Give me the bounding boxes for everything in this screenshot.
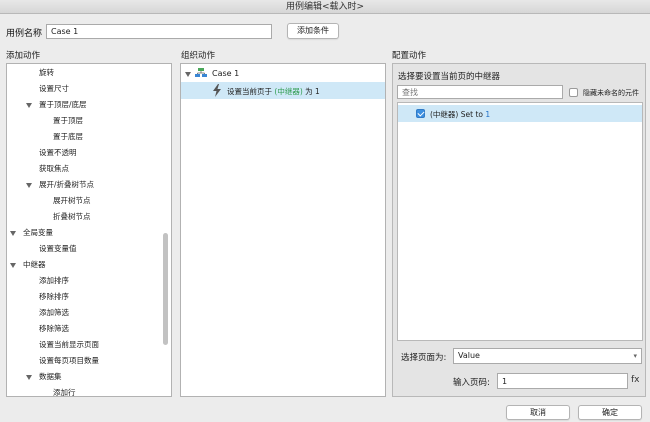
tree-item[interactable]: 设置尺寸 [39, 81, 69, 97]
select-page-dropdown[interactable]: Value ▾ [453, 348, 642, 364]
add-actions-title: 添加动作 [6, 51, 41, 61]
window-title-bar: 用例编辑<载入时> [0, 0, 650, 14]
tree-item[interactable]: 展开树节点 [53, 193, 91, 209]
widget-search-input[interactable] [397, 85, 563, 99]
configure-subtitle: 选择要设置当前页的中继器 [398, 72, 501, 82]
select-page-label: 选择页面为: [401, 353, 447, 363]
tree-item[interactable]: 添加行 [53, 385, 76, 396]
widget-item-label: (中继器) Set to 1 [430, 109, 490, 120]
case-name-label: 用例名称 [6, 29, 43, 39]
page-number-input[interactable] [497, 373, 628, 389]
tree-expand-icon[interactable] [10, 231, 16, 236]
configure-actions-panel: 选择要设置当前页的中继器 隐藏未命名的元件 (中继器) Set to 1 选择页… [392, 63, 646, 397]
tree-expand-icon[interactable] [26, 103, 32, 108]
tree-item[interactable]: 旋转 [39, 65, 54, 81]
tree-item[interactable]: 折叠树节点 [53, 209, 91, 225]
add-actions-panel[interactable]: 旋转 设置尺寸 置于顶层/底层 置于顶层 置于底层 设置不透明 获取焦点 展开/折叠树节点 展开… [6, 63, 172, 397]
organize-action-prefix: 设置当前页于 [227, 87, 272, 96]
lightning-icon [212, 84, 222, 97]
tree-item[interactable]: 移除筛选 [39, 321, 69, 337]
hide-unnamed-checkbox[interactable] [569, 88, 578, 97]
organize-action-suffix: 为 1 [305, 87, 320, 96]
widget-item-set: Set to [460, 110, 483, 119]
widget-list-item[interactable]: (中继器) Set to 1 [398, 105, 642, 122]
case-icon [195, 68, 207, 78]
select-page-value: Value [458, 351, 480, 360]
chevron-down-icon: ▾ [633, 352, 637, 360]
tree-item[interactable]: 置于顶层/底层 [39, 97, 87, 113]
tree-item[interactable]: 设置当前显示页面 [39, 337, 99, 353]
organize-actions-title: 组织动作 [181, 51, 216, 61]
add-condition-button[interactable]: 添加条件 [287, 23, 339, 39]
add-actions-scrollbar[interactable] [163, 233, 168, 345]
tree-item[interactable]: 获取焦点 [39, 161, 69, 177]
cancel-button[interactable]: 取消 [506, 405, 570, 420]
tree-item[interactable]: 设置变量值 [39, 241, 77, 257]
organize-action-label: 设置当前页于 (中继器) 为 1 [227, 86, 320, 97]
tree-item[interactable]: 置于顶层 [53, 113, 83, 129]
tree-item[interactable]: 设置每页项目数量 [39, 353, 99, 369]
window-title: 用例编辑<载入时> [285, 2, 365, 12]
widget-item-target: (中继器) [430, 110, 459, 119]
organize-actions-panel[interactable]: Case 1 设置当前页于 (中继器) 为 1 [180, 63, 386, 397]
widget-select-checkbox[interactable] [416, 109, 425, 118]
case-label: Case 1 [212, 69, 240, 78]
organize-action-row[interactable]: 设置当前页于 (中继器) 为 1 [181, 82, 385, 99]
tree-item[interactable]: 添加排序 [39, 273, 69, 289]
tree-expand-icon[interactable] [26, 375, 32, 380]
widget-list[interactable]: (中继器) Set to 1 [397, 102, 643, 341]
tree-item[interactable]: 全局变量 [23, 225, 53, 241]
tree-expand-icon[interactable] [10, 263, 16, 268]
fx-button[interactable]: fx [631, 375, 640, 385]
tree-item[interactable]: 置于底层 [53, 129, 83, 145]
widget-item-value: 1 [485, 110, 491, 119]
tree-expand-icon[interactable] [26, 183, 32, 188]
configure-actions-title: 配置动作 [392, 51, 427, 61]
tree-item[interactable]: 数据集 [39, 369, 62, 385]
organize-action-target: (中继器) [274, 87, 303, 96]
case-name-input[interactable] [46, 24, 272, 39]
case-collapse-icon[interactable] [185, 72, 191, 77]
tree-item[interactable]: 移除排序 [39, 289, 69, 305]
ok-button[interactable]: 确定 [578, 405, 642, 420]
hide-unnamed-label: 隐藏未命名的元件 [583, 89, 639, 97]
page-number-label: 输入页码: [453, 378, 490, 388]
tree-item[interactable]: 设置不透明 [39, 145, 77, 161]
tree-item[interactable]: 添加筛选 [39, 305, 69, 321]
tree-item[interactable]: 展开/折叠树节点 [39, 177, 94, 193]
tree-item[interactable]: 中继器 [23, 257, 46, 273]
